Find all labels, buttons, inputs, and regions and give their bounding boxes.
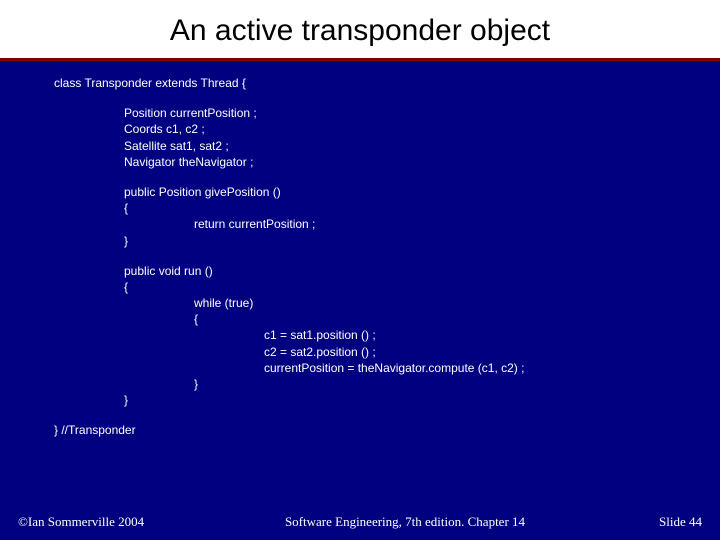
code-line: Coords c1, c2 ; bbox=[54, 121, 680, 137]
footer-copyright: ©Ian Sommerville 2004 bbox=[18, 514, 188, 530]
code-line: public Position givePosition () bbox=[54, 184, 680, 200]
code-line: class Transponder extends Thread { bbox=[54, 75, 680, 91]
code-line: c2 = sat2.position () ; bbox=[54, 344, 680, 360]
code-block: class Transponder extends Thread { Posit… bbox=[0, 61, 720, 449]
footer-slide-number: Slide 44 bbox=[622, 514, 702, 530]
code-line: c1 = sat1.position () ; bbox=[54, 327, 680, 343]
footer: ©Ian Sommerville 2004 Software Engineeri… bbox=[0, 514, 720, 530]
title-bar: An active transponder object bbox=[0, 0, 720, 61]
code-line: currentPosition = theNavigator.compute (… bbox=[54, 360, 680, 376]
code-line: } bbox=[54, 376, 680, 392]
code-line: return currentPosition ; bbox=[54, 216, 680, 232]
code-line: } bbox=[54, 233, 680, 249]
code-line: public void run () bbox=[54, 263, 680, 279]
code-line: { bbox=[54, 311, 680, 327]
code-line: { bbox=[54, 200, 680, 216]
code-line: } bbox=[54, 392, 680, 408]
code-line: { bbox=[54, 279, 680, 295]
code-line: Navigator theNavigator ; bbox=[54, 154, 680, 170]
slide-title: An active transponder object bbox=[0, 14, 720, 48]
code-line: } //Transponder bbox=[54, 422, 680, 438]
footer-book-title: Software Engineering, 7th edition. Chapt… bbox=[188, 514, 622, 530]
code-line: Position currentPosition ; bbox=[54, 105, 680, 121]
code-line: while (true) bbox=[54, 295, 680, 311]
code-line: Satellite sat1, sat2 ; bbox=[54, 138, 680, 154]
